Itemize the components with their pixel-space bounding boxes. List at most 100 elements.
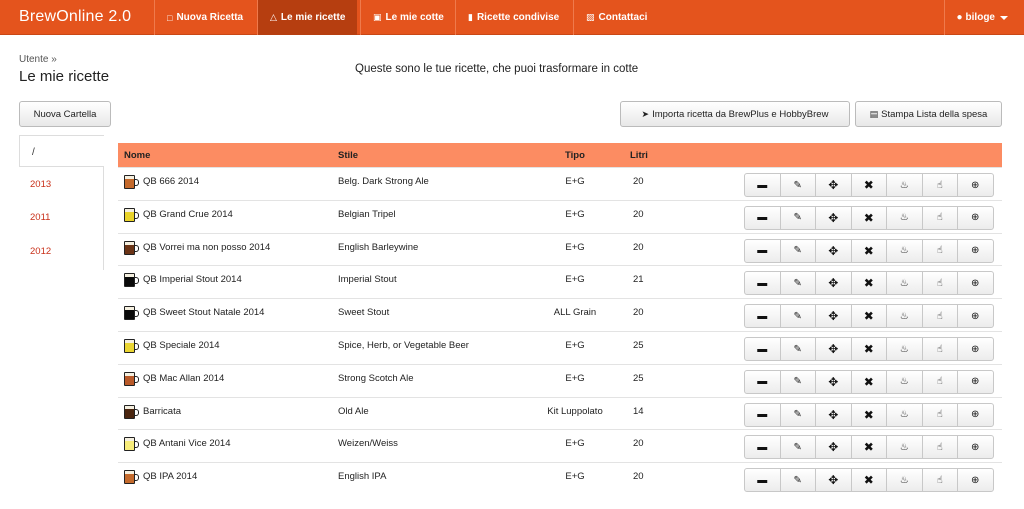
move-button[interactable]: ✥ (815, 468, 852, 493)
edit-button[interactable]: ✎ (779, 271, 816, 296)
brand-logo[interactable]: BrewOnline 2.0 (19, 8, 131, 26)
delete-button[interactable]: ✖ (850, 337, 887, 361)
edit-button[interactable]: ✎ (779, 205, 816, 230)
add-button[interactable]: ⊕ (957, 205, 994, 230)
recipe-name[interactable]: QB Imperial Stout 2014 (143, 274, 242, 285)
column-header-liters[interactable]: Litri (630, 150, 648, 161)
thumbs-up-button[interactable]: ☝ (921, 304, 958, 329)
add-button[interactable]: ⊕ (957, 238, 994, 263)
column-header-style[interactable]: Stile (338, 150, 358, 161)
breadcrumb[interactable]: Utente » (19, 54, 57, 65)
nav-le-mie-ricette[interactable]: △ Le mie ricette (257, 0, 358, 35)
delete-button[interactable]: ✖ (850, 238, 887, 263)
thumbs-up-button[interactable]: ☝ (921, 271, 958, 296)
move-button[interactable]: ✥ (815, 435, 852, 460)
thumbs-up-button[interactable]: ☝ (921, 205, 958, 230)
nav-le-mie-cotte[interactable]: ▣ Le mie cotte (360, 0, 456, 35)
thumbs-up-button[interactable]: ☝ (921, 369, 958, 394)
move-button[interactable]: ✥ (815, 369, 852, 394)
fire-button[interactable]: ♨ (886, 468, 923, 493)
nav-nuova-ricetta[interactable]: □ Nuova Ricetta (154, 0, 255, 35)
folder-button[interactable]: ▬ (744, 369, 781, 394)
edit-button[interactable]: ✎ (779, 238, 816, 263)
recipe-name[interactable]: QB Speciale 2014 (143, 340, 220, 351)
add-button[interactable]: ⊕ (957, 402, 994, 427)
column-header-type[interactable]: Tipo (565, 150, 585, 161)
move-button[interactable]: ✥ (815, 271, 852, 296)
add-button[interactable]: ⊕ (957, 369, 994, 394)
edit-button[interactable]: ✎ (779, 304, 816, 329)
move-button[interactable]: ✥ (815, 173, 852, 197)
add-button[interactable]: ⊕ (957, 435, 994, 460)
folder-button[interactable]: ▬ (744, 435, 781, 460)
folder-item[interactable]: 2013 (30, 179, 51, 190)
thumbs-up-button[interactable]: ☝ (921, 337, 958, 361)
fire-icon: ♨ (899, 179, 909, 191)
delete-button[interactable]: ✖ (850, 205, 887, 230)
add-button[interactable]: ⊕ (957, 271, 994, 296)
user-menu[interactable]: ● biloge (943, 0, 1024, 35)
fire-button[interactable]: ♨ (886, 238, 923, 263)
column-header-name[interactable]: Nome (124, 150, 150, 161)
edit-button[interactable]: ✎ (779, 173, 816, 197)
folder-item[interactable]: 2012 (30, 246, 51, 257)
nav-contattaci[interactable]: ▨ Contattaci (573, 0, 659, 35)
delete-button[interactable]: ✖ (850, 369, 887, 394)
nav-ricette-condivise[interactable]: ▮ Ricette condivise (455, 0, 571, 35)
fire-button[interactable]: ♨ (886, 402, 923, 427)
fire-button[interactable]: ♨ (886, 337, 923, 361)
delete-button[interactable]: ✖ (850, 304, 887, 329)
delete-button[interactable]: ✖ (850, 468, 887, 493)
delete-button[interactable]: ✖ (850, 402, 887, 427)
edit-button[interactable]: ✎ (779, 435, 816, 460)
add-button[interactable]: ⊕ (957, 304, 994, 329)
thumbs-up-button[interactable]: ☝ (921, 468, 958, 493)
recipe-name[interactable]: QB Antani Vice 2014 (143, 438, 231, 449)
recipe-name[interactable]: QB Mac Allan 2014 (143, 373, 224, 384)
folder-button[interactable]: ▬ (744, 402, 781, 427)
recipe-name[interactable]: Barricata (143, 406, 181, 417)
delete-button[interactable]: ✖ (850, 173, 887, 197)
edit-button[interactable]: ✎ (779, 402, 816, 427)
folder-button[interactable]: ▬ (744, 468, 781, 493)
folder-button[interactable]: ▬ (744, 238, 781, 263)
folder-button[interactable]: ▬ (744, 337, 781, 361)
folder-button[interactable]: ▬ (744, 304, 781, 329)
edit-button[interactable]: ✎ (779, 369, 816, 394)
recipe-name[interactable]: QB IPA 2014 (143, 471, 197, 482)
move-button[interactable]: ✥ (815, 304, 852, 329)
thumbs-up-button[interactable]: ☝ (921, 173, 958, 197)
folder-item[interactable]: 2011 (30, 212, 50, 223)
move-button[interactable]: ✥ (815, 238, 852, 263)
delete-button[interactable]: ✖ (850, 271, 887, 296)
thumbs-up-button[interactable]: ☝ (921, 435, 958, 460)
fire-button[interactable]: ♨ (886, 173, 923, 197)
recipe-name[interactable]: QB 666 2014 (143, 176, 199, 187)
add-button[interactable]: ⊕ (957, 468, 994, 493)
move-button[interactable]: ✥ (815, 205, 852, 230)
fire-button[interactable]: ♨ (886, 369, 923, 394)
fire-button[interactable]: ♨ (886, 271, 923, 296)
thumbs-up-button[interactable]: ☝ (921, 402, 958, 427)
new-folder-button[interactable]: Nuova Cartella (19, 101, 111, 127)
recipe-name[interactable]: QB Vorrei ma non posso 2014 (143, 242, 270, 253)
add-button[interactable]: ⊕ (957, 337, 994, 361)
import-recipe-button[interactable]: ➤ Importa ricetta da BrewPlus e HobbyBre… (620, 101, 850, 127)
folder-root[interactable]: / (19, 135, 104, 167)
fire-button[interactable]: ♨ (886, 205, 923, 230)
folder-button[interactable]: ▬ (744, 173, 781, 197)
recipe-name[interactable]: QB Grand Crue 2014 (143, 209, 233, 220)
move-button[interactable]: ✥ (815, 402, 852, 427)
fire-button[interactable]: ♨ (886, 435, 923, 460)
delete-button[interactable]: ✖ (850, 435, 887, 460)
add-button[interactable]: ⊕ (957, 173, 994, 197)
edit-button[interactable]: ✎ (779, 337, 816, 361)
fire-button[interactable]: ♨ (886, 304, 923, 329)
folder-button[interactable]: ▬ (744, 271, 781, 296)
print-shopping-list-button[interactable]: ▤ Stampa Lista della spesa (855, 101, 1002, 127)
recipe-name[interactable]: QB Sweet Stout Natale 2014 (143, 307, 264, 318)
move-button[interactable]: ✥ (815, 337, 852, 361)
thumbs-up-button[interactable]: ☝ (921, 238, 958, 263)
edit-button[interactable]: ✎ (779, 468, 816, 493)
folder-button[interactable]: ▬ (744, 205, 781, 230)
